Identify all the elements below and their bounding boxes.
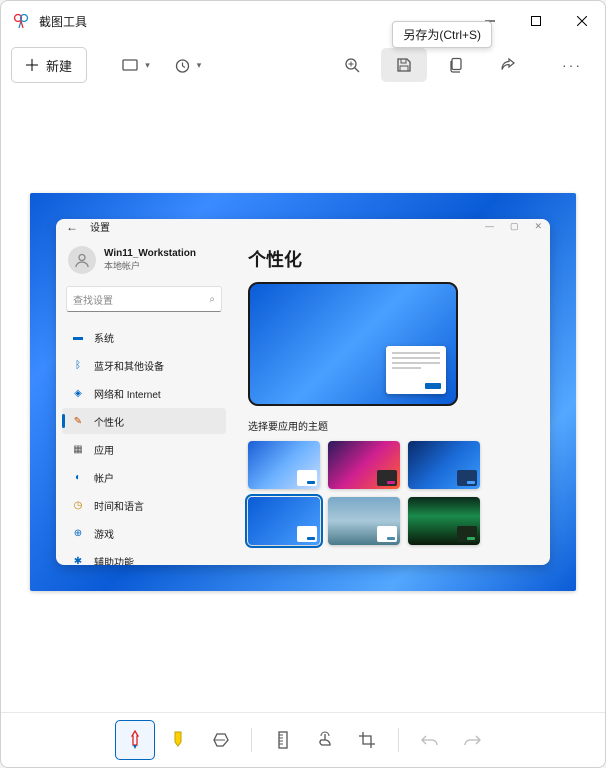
ruler-tool[interactable]: [264, 721, 302, 759]
highlighter-tool[interactable]: [159, 721, 197, 759]
close-icon[interactable]: ✕: [534, 221, 542, 232]
apps-icon: ▦: [72, 443, 84, 455]
save-button[interactable]: [381, 48, 427, 82]
search-icon: ⌕: [209, 294, 215, 305]
nav-gaming[interactable]: ⊕游戏: [62, 520, 226, 546]
accounts-icon: ◐: [72, 471, 84, 483]
nav-time[interactable]: ◷时间和语言: [62, 492, 226, 518]
accessibility-icon: ✱: [72, 555, 84, 565]
nav-accounts[interactable]: ◐帐户: [62, 464, 226, 490]
network-icon: ◈: [72, 387, 84, 399]
share-button[interactable]: [485, 48, 531, 82]
system-icon: ▬: [72, 331, 84, 343]
touch-icon: [316, 731, 334, 749]
copy-icon: [448, 57, 464, 73]
maximize-button[interactable]: [513, 1, 559, 41]
avatar: [68, 246, 96, 274]
touch-tool[interactable]: [306, 721, 344, 759]
titlebar: 截图工具: [1, 1, 605, 41]
preview-window-card: [386, 346, 446, 394]
canvas-area: ← 设置 — ▢ ✕ Win11_Workstation: [1, 89, 605, 712]
more-button[interactable]: ···: [549, 48, 595, 82]
nav-system[interactable]: ▬系统: [62, 324, 226, 350]
time-icon: ◷: [72, 499, 84, 511]
settings-title: 设置: [90, 219, 110, 234]
new-button-label: 新建: [46, 56, 72, 75]
maximize-icon[interactable]: ▢: [510, 221, 519, 232]
plus-icon: [26, 59, 38, 71]
theme-option-1[interactable]: [248, 441, 320, 489]
new-button[interactable]: 新建: [11, 47, 87, 83]
profile-name: Win11_Workstation: [104, 248, 196, 259]
crop-icon: [358, 731, 376, 749]
ruler-icon: [276, 731, 290, 749]
chevron-down-icon: ▾: [145, 60, 150, 71]
bluetooth-icon: ᛒ: [72, 359, 84, 371]
profile-type: 本地帐户: [104, 259, 196, 272]
toolbar: 新建 ▾ ▾ ···: [1, 41, 605, 89]
pen-icon: [126, 730, 144, 750]
save-icon: [396, 57, 412, 73]
divider: [398, 728, 399, 752]
redo-icon: [463, 733, 481, 747]
settings-window: ← 设置 — ▢ ✕ Win11_Workstation: [56, 219, 550, 565]
back-button[interactable]: ←: [64, 220, 80, 234]
nav-apps[interactable]: ▦应用: [62, 436, 226, 462]
divider: [251, 728, 252, 752]
screenshot-preview[interactable]: ← 设置 — ▢ ✕ Win11_Workstation: [30, 193, 576, 591]
more-icon: ···: [562, 57, 582, 73]
app-icon: [13, 13, 29, 29]
desktop-preview[interactable]: [248, 282, 458, 406]
settings-sidebar: Win11_Workstation 本地帐户 查找设置 ⌕ ▬系统 ᛒ蓝牙和其他…: [56, 234, 232, 565]
nav-network[interactable]: ◈网络和 Internet: [62, 380, 226, 406]
highlighter-icon: [169, 730, 187, 750]
theme-option-5[interactable]: [328, 497, 400, 545]
snip-mode-dropdown[interactable]: ▾: [113, 48, 159, 82]
eraser-icon: [211, 732, 229, 748]
delay-dropdown[interactable]: ▾: [165, 48, 211, 82]
redo-button[interactable]: [453, 721, 491, 759]
copy-button[interactable]: [433, 48, 479, 82]
undo-button[interactable]: [411, 721, 449, 759]
nav-accessibility[interactable]: ✱辅助功能: [62, 548, 226, 565]
eraser-tool[interactable]: [201, 721, 239, 759]
search-input[interactable]: 查找设置 ⌕: [66, 286, 222, 312]
rectangle-icon: [122, 58, 138, 72]
theme-option-2[interactable]: [328, 441, 400, 489]
settings-titlebar: ← 设置 — ▢ ✕: [56, 219, 550, 234]
share-icon: [500, 57, 516, 73]
save-as-tooltip: 另存为(Ctrl+S): [392, 21, 492, 48]
theme-option-6[interactable]: [408, 497, 480, 545]
pen-tool[interactable]: [115, 720, 155, 760]
zoom-button[interactable]: [329, 48, 375, 82]
crop-tool[interactable]: [348, 721, 386, 759]
profile-block[interactable]: Win11_Workstation 本地帐户: [62, 242, 226, 278]
chevron-down-icon: ▾: [197, 60, 202, 71]
theme-grid: [248, 441, 534, 545]
app-title: 截图工具: [39, 13, 87, 30]
settings-content: 个性化 选择要应用的主题: [232, 234, 550, 565]
zoom-icon: [344, 57, 360, 73]
nav-bluetooth[interactable]: ᛒ蓝牙和其他设备: [62, 352, 226, 378]
search-placeholder: 查找设置: [73, 292, 113, 307]
page-title: 个性化: [248, 246, 534, 272]
brush-icon: ✎: [72, 415, 84, 427]
undo-icon: [421, 733, 439, 747]
bottom-toolbar: [1, 712, 605, 767]
app-window: 截图工具 另存为(Ctrl+S) 新建 ▾ ▾: [0, 0, 606, 768]
theme-label: 选择要应用的主题: [248, 418, 534, 433]
minimize-icon[interactable]: —: [485, 221, 494, 232]
nav-personalization[interactable]: ✎个性化: [62, 408, 226, 434]
theme-option-3[interactable]: [408, 441, 480, 489]
gaming-icon: ⊕: [72, 527, 84, 539]
theme-option-4[interactable]: [248, 497, 320, 545]
clock-icon: [175, 58, 190, 73]
close-button[interactable]: [559, 1, 605, 41]
